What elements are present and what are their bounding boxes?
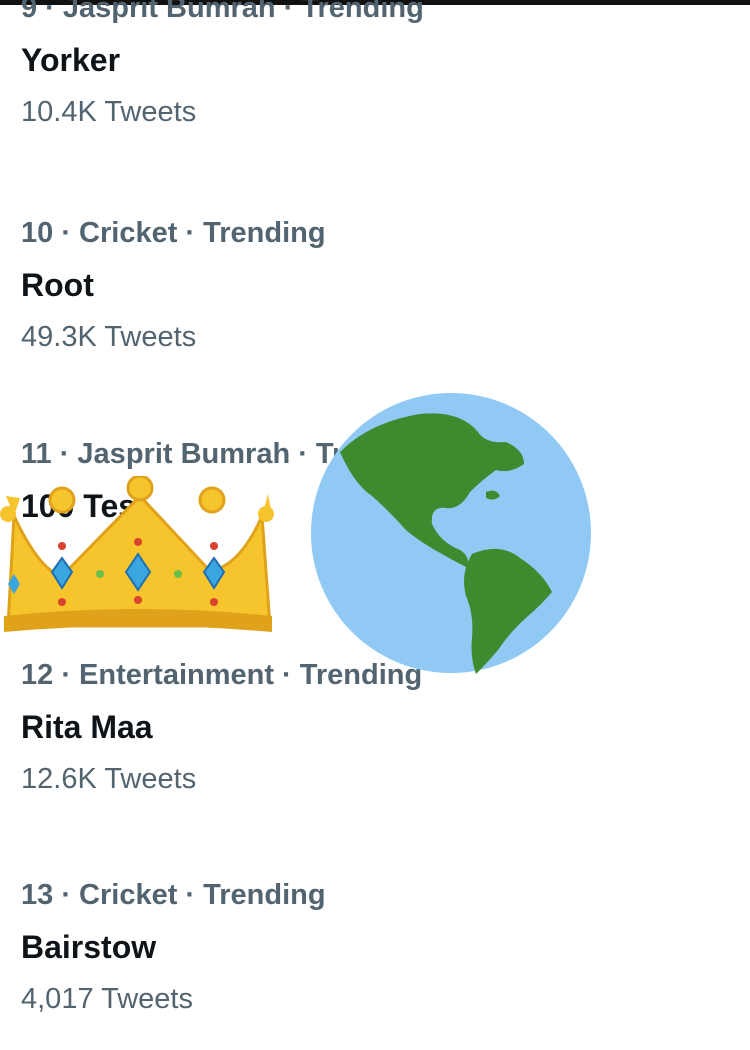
trend-context: 9 · Jasprit Bumrah · Trending — [21, 0, 424, 24]
trend-tweet-count: 4,017 Tweets — [21, 983, 193, 1015]
trend-item-13[interactable]: 13 · Cricket · Trending Bairstow 4,017 T… — [21, 877, 721, 1017]
trend-context: 13 · Cricket · Trending — [21, 879, 326, 911]
trend-name: Root — [21, 267, 94, 303]
trend-item-12[interactable]: 12 · Entertainment · Trending Rita Maa 1… — [21, 657, 721, 797]
trend-item-9[interactable]: 9 · Jasprit Bumrah · Trending Yorker 10.… — [21, 0, 721, 130]
trend-context: 10 · Cricket · Trending — [21, 217, 326, 249]
crown-icon — [0, 476, 274, 632]
trend-item-10[interactable]: 10 · Cricket · Trending Root 49.3K Tweet… — [21, 215, 721, 355]
trend-name: Yorker — [21, 42, 121, 78]
trend-tweet-count: 49.3K Tweets — [21, 321, 197, 353]
trend-tweet-count: 10.4K Tweets — [21, 96, 197, 128]
globe-americas-icon — [311, 393, 591, 674]
trend-name: Rita Maa — [21, 709, 153, 745]
trend-name: Bairstow — [21, 929, 157, 965]
trend-tweet-count: 12.6K Tweets — [21, 763, 197, 795]
